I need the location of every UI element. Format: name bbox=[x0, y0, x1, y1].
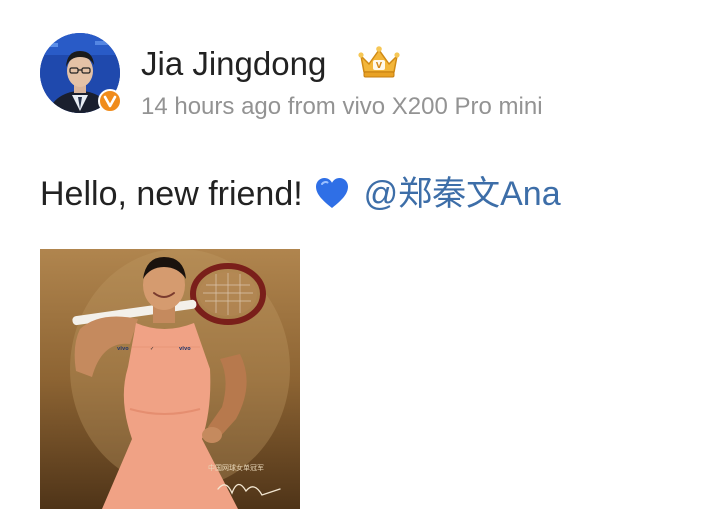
post-photo[interactable]: vivo ✓ vivo 中国网球女单冠军 bbox=[40, 249, 300, 509]
svg-text:vivo: vivo bbox=[117, 346, 129, 352]
avatar-container[interactable] bbox=[40, 33, 122, 113]
crown-badge-icon[interactable]: V bbox=[355, 42, 403, 82]
blue-heart-icon bbox=[314, 176, 350, 210]
svg-text:✓: ✓ bbox=[150, 346, 154, 352]
svg-text:V: V bbox=[376, 61, 383, 70]
post-text: Hello, new friend! @郑秦文Ana bbox=[40, 172, 561, 216]
svg-text:vivo: vivo bbox=[179, 346, 191, 352]
author-name[interactable]: Jia Jingdong bbox=[141, 44, 326, 84]
post-meta: 14 hours ago from vivo X200 Pro mini bbox=[141, 93, 543, 120]
photo-caption: 中国网球女单冠军 bbox=[208, 465, 264, 472]
post-card: Jia Jingdong V 14 hours ago from vivo X2… bbox=[0, 0, 702, 530]
post-text-body: Hello, new friend! bbox=[40, 175, 303, 213]
verified-badge-icon bbox=[98, 89, 122, 113]
mention-link[interactable]: @郑秦文Ana bbox=[364, 175, 561, 213]
